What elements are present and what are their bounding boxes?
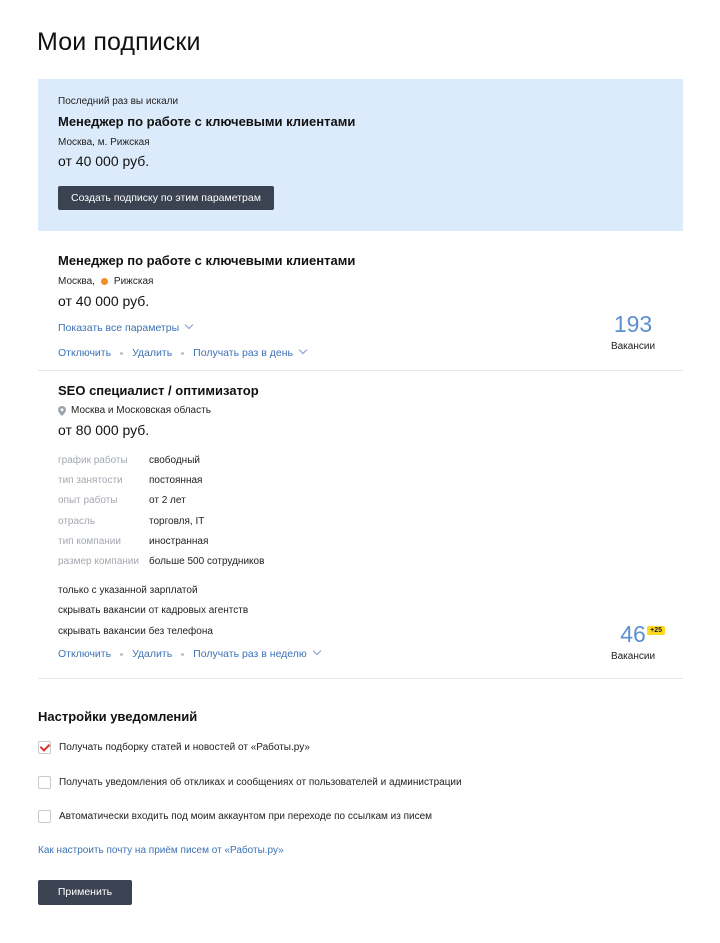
param-key: график работы (58, 454, 128, 466)
param-row: график работы свободный (58, 450, 683, 470)
param-value: больше 500 сотрудников (149, 556, 265, 568)
subscription-metro: Рижская (113, 276, 154, 287)
location-pin-icon (58, 405, 66, 416)
chevron-down-icon[interactable] (312, 647, 322, 656)
notification-option-responses[interactable]: Получать уведомления об откликах и сообщ… (38, 776, 462, 789)
page-title: Мои подписки (37, 28, 201, 56)
param-value: от 2 лет (149, 495, 186, 507)
show-params-link[interactable]: Показать все параметры (58, 318, 683, 336)
param-value: иностранная (149, 535, 209, 547)
param-row: размер компании больше 500 сотрудников (58, 551, 683, 571)
param-key: размер компании (58, 556, 139, 568)
disable-link[interactable]: Отключить (58, 347, 111, 359)
subscription-flags: только с указанной зарплатой скрывать ва… (58, 580, 683, 642)
param-key: тип занятости (58, 474, 123, 486)
subscription-actions: Отключить Удалить Получать раз в день (58, 345, 683, 359)
param-row: тип занятости постоянная (58, 470, 683, 490)
separator-dot (181, 351, 185, 355)
separator-dot (120, 351, 124, 355)
delete-link[interactable]: Удалить (132, 347, 172, 359)
flag-item: только с указанной зарплатой (58, 584, 198, 596)
vacancy-count[interactable]: 193 Вакансии (603, 311, 663, 352)
param-key: тип компании (58, 535, 121, 547)
chevron-down-icon[interactable] (184, 320, 194, 330)
subscription-card: SEO специалист / оптимизатор Москва и Мо… (38, 371, 683, 679)
subscription-location: Москва и Московская область (58, 405, 683, 416)
param-value: постоянная (149, 474, 203, 486)
vacancy-count-label: Вакансии (610, 651, 656, 662)
delete-link[interactable]: Удалить (132, 648, 172, 660)
flag-item: скрывать вакансии от кадровых агентств (58, 605, 249, 617)
param-row: опыт работы от 2 лет (58, 491, 683, 511)
last-search-title: Менеджер по работе с ключевыми клиентами (58, 114, 356, 129)
last-search-banner: Последний раз вы искали Менеджер по рабо… (38, 79, 683, 231)
frequency-dropdown[interactable]: Получать раз в неделю (193, 648, 307, 660)
param-row: тип компании иностранная (58, 531, 683, 551)
checkbox-checked[interactable] (38, 741, 51, 754)
notifications-title: Настройки уведомлений (38, 709, 198, 724)
last-search-location: Москва, м. Рижская (58, 137, 150, 148)
show-params-label[interactable]: Показать все параметры (58, 322, 179, 334)
subscription-card: Менеджер по работе с ключевыми клиентами… (38, 231, 683, 371)
subscription-region: Москва и Московская область (71, 405, 211, 416)
apply-button[interactable]: Применить (38, 880, 132, 905)
param-row: отрасль торговля, IT (58, 511, 683, 531)
subscription-salary: от 80 000 руб. (58, 422, 150, 438)
last-search-caption: Последний раз вы искали (58, 96, 179, 107)
param-value: свободный (149, 454, 200, 466)
param-key: опыт работы (58, 495, 118, 507)
disable-link[interactable]: Отключить (58, 648, 111, 660)
subscription-title: Менеджер по работе с ключевыми клиентами (58, 253, 356, 268)
chevron-down-icon[interactable] (298, 345, 308, 355)
checkbox-unchecked[interactable] (38, 810, 51, 823)
last-search-salary: от 40 000 руб. (58, 153, 150, 169)
flag-item: скрывать вакансии без телефона (58, 625, 213, 637)
vacancy-count-number[interactable]: 193 (603, 311, 663, 337)
notification-option-label: Получать уведомления об откликах и сообщ… (59, 777, 462, 788)
subscription-location: Москва, Рижская (58, 276, 683, 287)
subscription-params: график работы свободный тип занятости пост… (58, 450, 683, 572)
subscription-salary: от 40 000 руб. (58, 293, 150, 309)
param-key: отрасль (58, 515, 96, 527)
vacancy-count-label: Вакансии (610, 341, 656, 352)
separator-dot (120, 652, 124, 656)
metro-icon (100, 278, 108, 285)
param-value: торговля, IT (149, 515, 205, 527)
separator-dot (181, 652, 185, 656)
subscription-actions: Отключить Удалить Получать раз в неделю (58, 647, 683, 660)
notification-option-label: Получать подборку статей и новостей от «… (59, 742, 310, 753)
subscription-city: Москва, (58, 276, 95, 287)
checkbox-unchecked[interactable] (38, 776, 51, 789)
notification-option-autologin[interactable]: Автоматически входить под моим аккаунтом… (38, 810, 432, 823)
create-subscription-button[interactable]: Создать подписку по этим параметрам (58, 186, 274, 210)
frequency-dropdown[interactable]: Получать раз в день (193, 347, 293, 359)
subscription-title: SEO специалист / оптимизатор (58, 383, 259, 398)
notification-option-articles[interactable]: Получать подборку статей и новостей от «… (38, 741, 310, 754)
new-vacancies-badge: +25 (647, 626, 665, 635)
notification-option-label: Автоматически входить под моим аккаунтом… (59, 811, 433, 822)
mail-setup-link[interactable]: Как настроить почту на приём писем от «Р… (38, 845, 284, 856)
